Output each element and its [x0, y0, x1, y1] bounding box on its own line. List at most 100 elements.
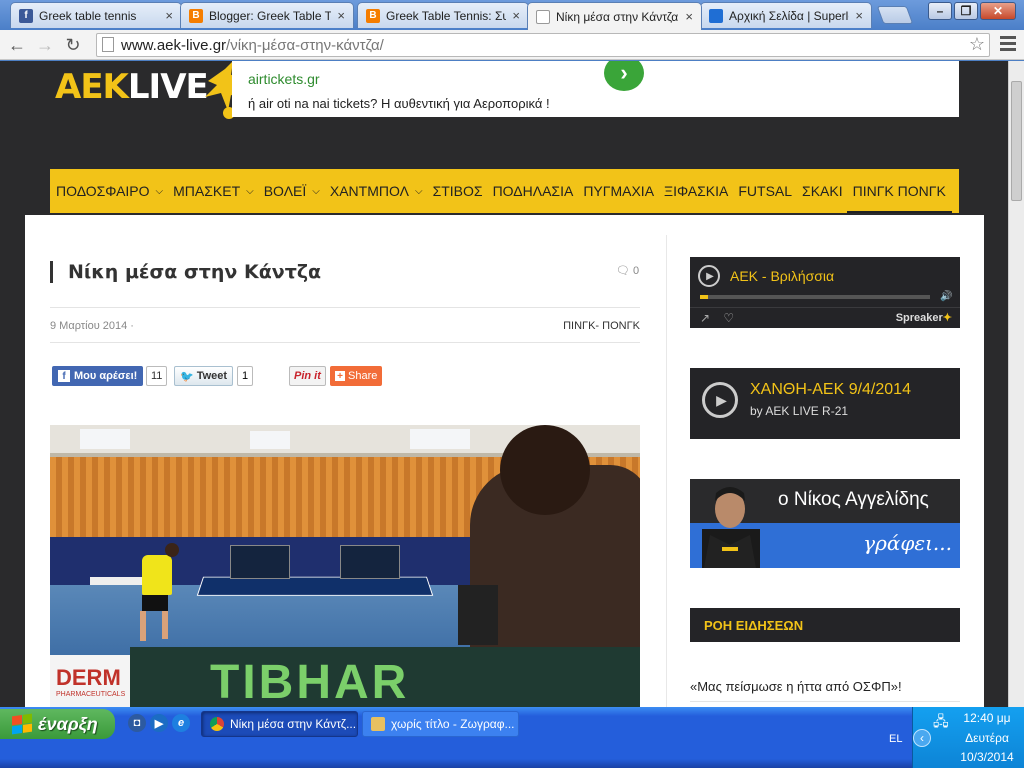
comment-bubble-icon: 🗨	[616, 265, 630, 277]
tweet-button[interactable]: 🐦 Tweet	[174, 366, 234, 386]
forward-arrow-icon[interactable]: →	[34, 34, 56, 56]
author-tagline: γράφει...	[863, 531, 952, 555]
windows-logo-icon	[12, 713, 32, 735]
tab-label: Νίκη μέσα στην Κάντζα	[556, 9, 679, 24]
ad-banner[interactable]: airtickets.gr ή air oti na nai tickets? …	[232, 61, 959, 117]
facebook-like-count: 11	[146, 366, 168, 386]
chrome-menu-icon[interactable]	[1000, 36, 1016, 52]
chevron-down-icon: ⌵	[246, 185, 254, 197]
browser-tab[interactable]: Νίκη μέσα στην Κάντζα ×	[527, 2, 702, 30]
ad-go-arrow-icon[interactable]: ›	[604, 61, 644, 91]
nav-item[interactable]: ΠΟΔΟΣΦΑΙΡΟ ⌵	[56, 169, 163, 213]
banner-derm: DERM	[56, 665, 121, 690]
author-name: ο Νίκος Αγγελίδης	[778, 489, 929, 510]
news-item[interactable]: «Μας πείσμωσε η ήττα από ΟΣΦΠ»!	[690, 679, 902, 694]
internet-explorer-icon[interactable]: e	[172, 714, 190, 732]
heart-icon[interactable]: ♡	[723, 311, 734, 325]
tweet-count: 1	[237, 366, 254, 386]
reload-icon[interactable]: ↻	[62, 34, 84, 56]
author-banner[interactable]: ο Νίκος Αγγελίδης γράφει...	[690, 479, 960, 568]
logo-aek: AEK	[55, 67, 129, 107]
nav-item[interactable]: ΣΚΑΚΙ	[802, 169, 843, 213]
chevron-down-icon: ⌵	[155, 185, 164, 197]
divider	[50, 342, 640, 343]
author-photo	[702, 487, 760, 568]
nav-item[interactable]: ΣΤΙΒΟΣ	[433, 169, 483, 213]
banner-tibhar: TIBHAR	[210, 656, 410, 707]
nav-item[interactable]: ΜΠΑΣΚΕΤ ⌵	[173, 169, 254, 213]
content-area: Νίκη μέσα στην Κάντζα 🗨 0 9 Μαρτίου 2014…	[25, 215, 984, 707]
browser-tab[interactable]: B Greek Table Tennis: Συνε ×	[357, 2, 529, 28]
close-tab-icon[interactable]: ×	[337, 8, 345, 23]
system-tray: EL ‹ 🖧 12:40 μμ Δευτέρα 10/3/2014	[889, 707, 1024, 768]
browser-tab[interactable]: B Blogger: Greek Table Ten ×	[180, 2, 354, 28]
browser-tab[interactable]: f Greek table tennis ×	[10, 2, 182, 28]
audio-player: ▶ ΧΑΝΘΗ-ΑΕΚ 9/4/2014 by AEK LIVE R-21	[690, 368, 960, 439]
share-button[interactable]: + Share	[330, 366, 383, 386]
news-feed-heading: ΡΟΗ ΕΙΔΗΣΕΩΝ	[690, 608, 960, 642]
comment-count-value: 0	[633, 265, 640, 277]
player-title[interactable]: ΧΑΝΘΗ-ΑΕΚ 9/4/2014	[750, 381, 911, 399]
scrollbar-thumb[interactable]	[1011, 81, 1022, 201]
article-title: Νίκη μέσα στην Κάντζα	[50, 261, 321, 283]
plus-icon: +	[335, 371, 345, 382]
nav-item[interactable]: ΞΙΦΑΣΚΙΑ	[664, 169, 728, 213]
tab-label: Greek Table Tennis: Συνε	[386, 8, 506, 23]
browser-toolbar: ← → ↻ www.aek-live.gr/νίκη-μέσα-στην-κάν…	[0, 30, 1024, 60]
language-indicator[interactable]: EL	[889, 733, 902, 745]
show-hidden-icons-button[interactable]: ‹	[913, 729, 931, 747]
nav-item[interactable]: ΒΟΛΕΪ ⌵	[264, 169, 320, 213]
share-arrow-icon[interactable]: ↗	[700, 311, 710, 325]
page-viewport: AEKLIVE airtickets.gr ή air oti na nai t…	[0, 61, 1024, 707]
nav-item[interactable]: ΧΑΝΤΜΠΟΛ ⌵	[330, 169, 423, 213]
article-category[interactable]: ΠΙΝΓΚ- ΠΟΝΓΚ	[563, 320, 640, 332]
back-arrow-icon[interactable]: ←	[6, 34, 28, 56]
volume-icon[interactable]: 🔊	[940, 291, 952, 302]
tab-label: Blogger: Greek Table Ten	[209, 8, 332, 23]
clock-date: 10/3/2014	[960, 750, 1014, 764]
progress-bar[interactable]	[700, 295, 930, 299]
address-bar[interactable]: www.aek-live.gr/νίκη-μέσα-στην-κάντζα/ ☆	[96, 33, 990, 57]
play-icon[interactable]: ▶	[698, 265, 720, 287]
nav-item[interactable]: ΠΥΓΜΑΧΙΑ	[583, 169, 654, 213]
media-player-icon[interactable]: ▶	[150, 714, 168, 732]
nav-item[interactable]: ΠΙΝΓΚ ΠΟΝΓΚ	[846, 169, 953, 213]
page-icon	[102, 37, 114, 52]
browser-tab-strip: f Greek table tennis × B Blogger: Greek Tabl…	[0, 0, 1024, 30]
minimize-button[interactable]: –	[928, 2, 952, 20]
browser-tab[interactable]: Αρχική Σελίδα | Superlea ×	[700, 2, 872, 28]
taskbar-item-chrome[interactable]: Νίκη μέσα στην Κάντζ...	[201, 711, 358, 737]
network-icon[interactable]: 🖧	[933, 711, 949, 735]
start-button[interactable]: έναρξη	[0, 709, 115, 739]
close-window-button[interactable]: ✕	[980, 2, 1016, 20]
divider	[690, 701, 960, 702]
chevron-down-icon: ⌵	[312, 185, 320, 197]
taskbar-item-paint[interactable]: χωρίς τίτλο - Ζωγραφ...	[362, 711, 519, 737]
nav-item[interactable]: ΠΟΔΗΛΑΣΙΑ	[493, 169, 574, 213]
show-desktop-icon[interactable]: ◘	[128, 714, 146, 732]
close-tab-icon[interactable]: ×	[685, 9, 693, 24]
close-tab-icon[interactable]: ×	[512, 8, 520, 23]
ad-title[interactable]: airtickets.gr	[248, 71, 320, 87]
play-icon[interactable]: ▶	[702, 382, 738, 418]
close-tab-icon[interactable]: ×	[165, 8, 173, 23]
windows-taskbar: έναρξη ◘ ▶ e Νίκη μέσα στην Κάντζ... χωρ…	[0, 707, 1024, 768]
article-photo[interactable]: DERM PHARMACEUTICALS TIBHAR	[50, 425, 640, 707]
greek-flag-icon	[709, 8, 723, 23]
new-tab-button[interactable]	[876, 6, 914, 24]
main-nav: ΠΟΔΟΣΦΑΙΡΟ ⌵ ΜΠΑΣΚΕΤ ⌵ ΒΟΛΕΪ ⌵ ΧΑΝΤΜΠΟΛ ⌵ ΣΤΙΒΟΣ…	[50, 169, 959, 213]
bookmark-star-icon[interactable]: ☆	[969, 34, 985, 55]
page-icon	[536, 9, 550, 24]
nav-item[interactable]: FUTSAL	[738, 169, 792, 213]
maximize-button[interactable]: ❐	[954, 2, 978, 20]
clock-time[interactable]: 12:40 μμ	[953, 711, 1021, 725]
chrome-icon	[210, 717, 224, 731]
comment-count[interactable]: 🗨 0	[616, 264, 639, 277]
close-tab-icon[interactable]: ×	[855, 8, 863, 23]
page-scrollbar[interactable]	[1008, 61, 1024, 707]
pinterest-button[interactable]: Pin it	[289, 366, 326, 386]
facebook-like-button[interactable]: f Μου αρέσει!	[52, 366, 144, 386]
spreaker-logo[interactable]: Spreaker✦	[896, 311, 952, 324]
aeklive-logo[interactable]: AEKLIVE	[55, 61, 248, 119]
player-title[interactable]: ΑΕΚ - Βριλήσσια	[730, 268, 834, 284]
